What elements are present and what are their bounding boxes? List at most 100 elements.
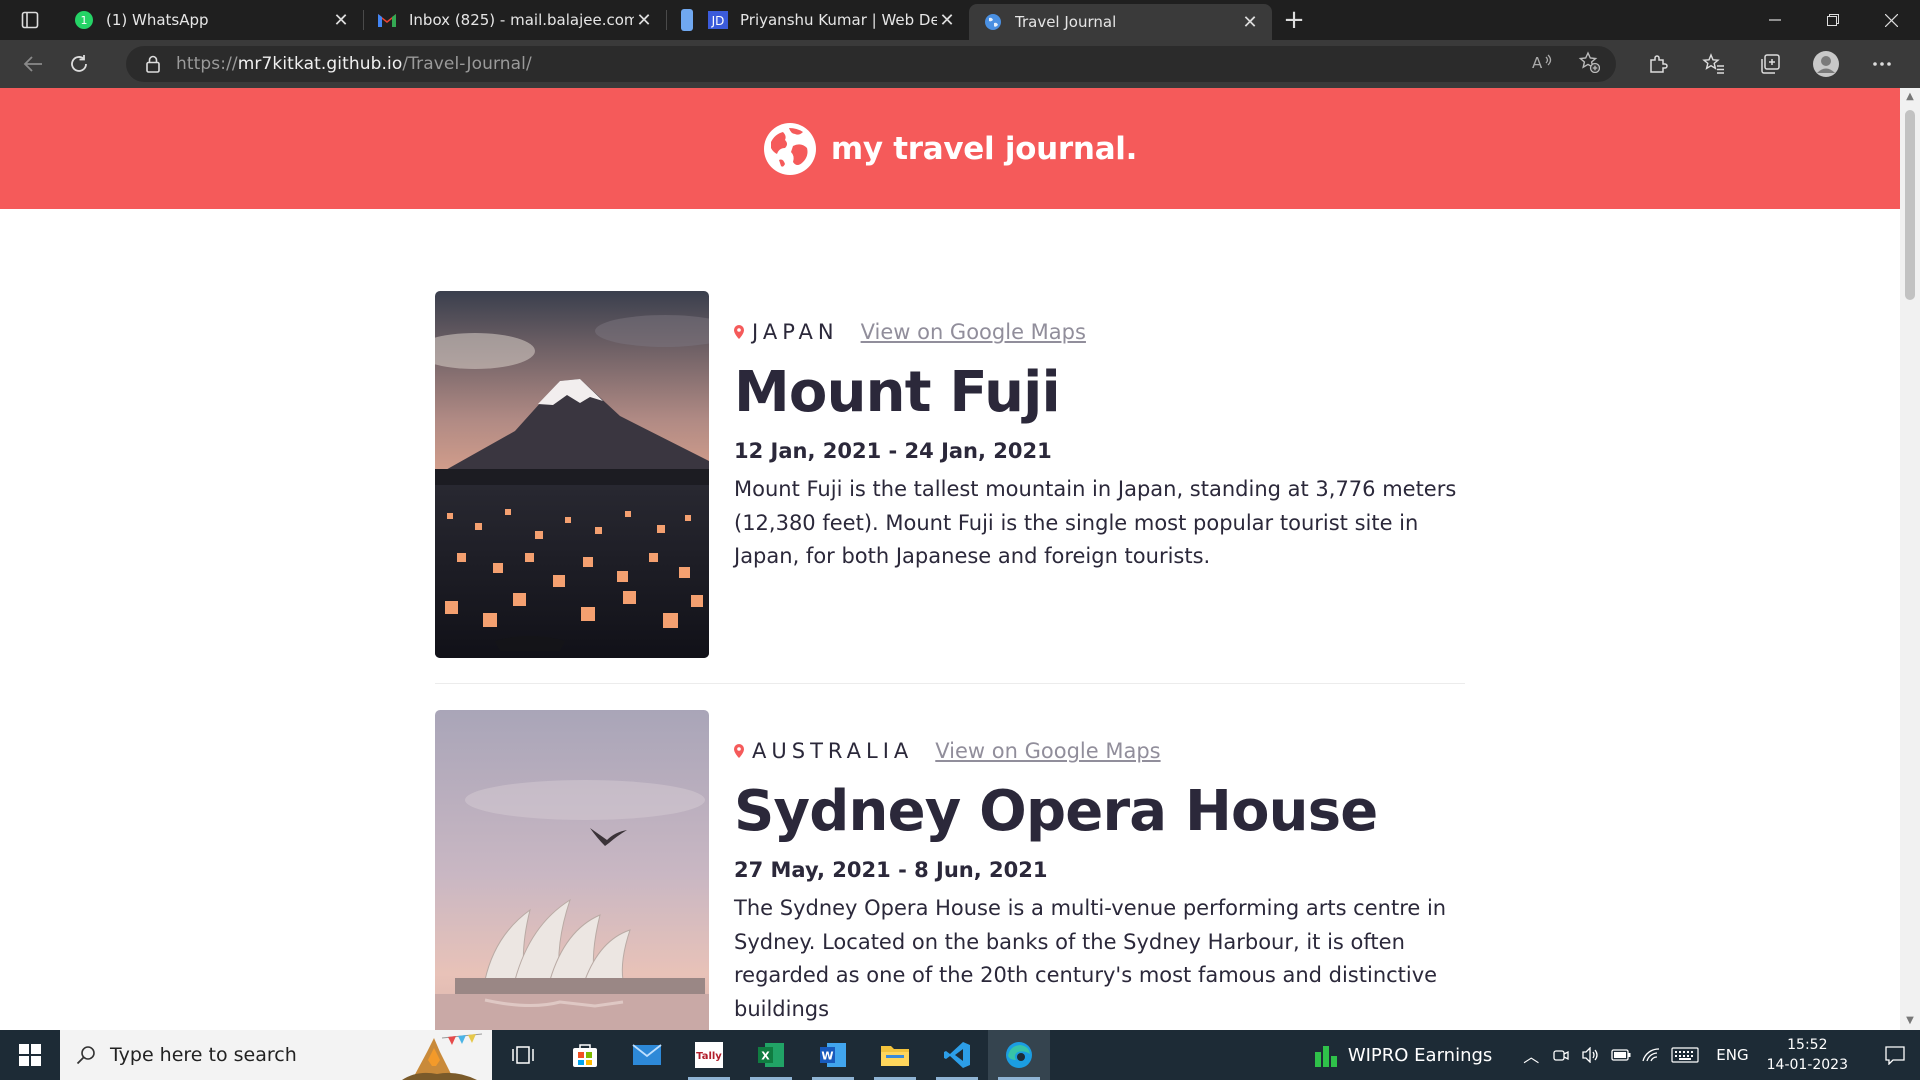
minimize-icon xyxy=(1769,19,1781,21)
read-aloud-button[interactable]: A xyxy=(1532,53,1554,75)
touch-keyboard-button[interactable] xyxy=(1666,1047,1704,1063)
journal-entry: JAPAN View on Google Maps Mount Fuji 12 … xyxy=(435,291,1465,658)
restore-button[interactable] xyxy=(1804,0,1862,40)
entry-meta: JAPAN View on Google Maps xyxy=(734,317,1464,347)
close-icon xyxy=(1884,13,1898,27)
profile-button[interactable] xyxy=(1798,40,1854,88)
clock-time: 15:52 xyxy=(1787,1037,1828,1053)
mail-button[interactable] xyxy=(616,1030,678,1080)
scroll-down-icon[interactable]: ▼ xyxy=(1904,1015,1916,1027)
svg-text:A: A xyxy=(1532,54,1543,71)
journal-entry: AUSTRALIA View on Google Maps Sydney Ope… xyxy=(435,683,1465,1030)
refresh-button[interactable] xyxy=(56,44,102,84)
minimize-button[interactable] xyxy=(1746,0,1804,40)
entry-description: Mount Fuji is the tallest mountain in Ja… xyxy=(734,477,1457,568)
clock[interactable]: 15:52 14-01-2023 xyxy=(1767,1035,1848,1075)
news-widget[interactable]: WIPRO Earnings xyxy=(1314,1042,1492,1068)
close-icon[interactable]: ✕ xyxy=(937,10,957,31)
extensions-button[interactable] xyxy=(1630,40,1686,88)
url-scheme: https:// xyxy=(176,54,238,74)
tab-portfolio[interactable]: JD Priyanshu Kumar | Web Develope... ✕ xyxy=(666,0,969,40)
tab-strip: 1 (1) WhatsApp ✕ Inbox (825) - mail.bala… xyxy=(0,0,1920,40)
search-placeholder: Type here to search xyxy=(110,1044,297,1066)
favorites-button[interactable] xyxy=(1686,40,1742,88)
collections-icon xyxy=(1761,54,1780,74)
close-window-button[interactable] xyxy=(1862,0,1920,40)
url-path: /Travel-Journal/ xyxy=(402,54,532,74)
network-button[interactable] xyxy=(1636,1047,1666,1063)
notification-icon xyxy=(1885,1046,1905,1065)
system-tray: WIPRO Earnings ︿ ENG 15:52 14-01-2023 xyxy=(1314,1030,1920,1080)
word-icon: W xyxy=(820,1043,846,1067)
back-button[interactable] xyxy=(10,44,56,84)
toolbar-right xyxy=(1630,40,1910,88)
task-view-button[interactable] xyxy=(492,1030,554,1080)
tab-actions-button[interactable] xyxy=(0,0,60,40)
puzzle-icon xyxy=(1650,55,1668,73)
mount-fuji-photo xyxy=(435,291,709,658)
store-icon xyxy=(573,1044,597,1067)
input-language[interactable]: ENG xyxy=(1716,1046,1748,1064)
google-maps-link[interactable]: View on Google Maps xyxy=(935,739,1160,763)
read-aloud-icon: A xyxy=(1532,54,1552,72)
chevron-up-icon: ︿ xyxy=(1523,1047,1540,1066)
start-button[interactable] xyxy=(0,1030,60,1080)
browser-toolbar: https://mr7kitkat.github.io/Travel-Journ… xyxy=(0,40,1920,88)
gmail-icon xyxy=(377,10,397,30)
tab-title: (1) WhatsApp xyxy=(106,11,209,29)
excel-button[interactable]: X xyxy=(740,1030,802,1080)
file-explorer-button[interactable] xyxy=(864,1030,926,1080)
tab-travel-journal[interactable]: Travel Journal ✕ xyxy=(969,4,1272,40)
settings-menu-button[interactable] xyxy=(1854,40,1910,88)
entry-description: The Sydney Opera House is a multi-venue … xyxy=(734,896,1447,1021)
microsoft-store-button[interactable] xyxy=(554,1030,616,1080)
camera-icon xyxy=(1553,1050,1569,1061)
svg-text:JD: JD xyxy=(711,14,725,28)
action-center-button[interactable] xyxy=(1870,1045,1920,1065)
keyboard-icon xyxy=(1671,1047,1699,1063)
url-host: mr7kitkat.github.io xyxy=(237,54,403,74)
windows-logo-icon xyxy=(19,1044,41,1066)
tab-whatsapp[interactable]: 1 (1) WhatsApp ✕ xyxy=(60,0,363,40)
vertical-scrollbar[interactable]: ▲ ▼ xyxy=(1900,88,1920,1030)
entry-dates: 12 Jan, 2021 - 24 Jan, 2021 xyxy=(734,439,1052,463)
more-icon xyxy=(1873,62,1891,66)
entry-country: AUSTRALIA xyxy=(752,739,914,763)
windows-taskbar: Type here to search Tally X W WIPRO Earn… xyxy=(0,1030,1920,1080)
restore-icon xyxy=(1827,14,1839,26)
word-button[interactable]: W xyxy=(802,1030,864,1080)
tab-title: Inbox (825) - mail.balajee.comm... xyxy=(409,11,634,29)
scroll-up-icon[interactable]: ▲ xyxy=(1904,91,1916,103)
meet-now-button[interactable] xyxy=(1546,1048,1576,1062)
add-favorite-button[interactable] xyxy=(1578,51,1601,77)
taskbar-search[interactable]: Type here to search xyxy=(60,1030,492,1080)
tally-button[interactable]: Tally xyxy=(678,1030,740,1080)
svg-text:Tally: Tally xyxy=(696,1051,722,1062)
vscode-button[interactable] xyxy=(926,1030,988,1080)
volume-button[interactable] xyxy=(1576,1047,1606,1063)
scrollbar-thumb[interactable] xyxy=(1905,110,1915,300)
new-tab-button[interactable]: + xyxy=(1272,0,1316,40)
speaker-icon xyxy=(1582,1047,1598,1063)
collections-button[interactable] xyxy=(1742,40,1798,88)
festival-decoration-icon xyxy=(402,1033,483,1080)
lock-icon[interactable] xyxy=(146,55,160,73)
entry-title: Mount Fuji xyxy=(734,360,1061,425)
refresh-icon xyxy=(71,55,87,72)
close-icon[interactable]: ✕ xyxy=(1240,12,1260,33)
tab-gmail[interactable]: Inbox (825) - mail.balajee.comm... ✕ xyxy=(363,0,666,40)
close-icon[interactable]: ✕ xyxy=(634,10,654,31)
clock-date: 14-01-2023 xyxy=(1766,1057,1848,1073)
close-icon[interactable]: ✕ xyxy=(331,10,351,31)
location-pin-icon xyxy=(734,325,744,339)
url-text[interactable]: https://mr7kitkat.github.io/Travel-Journ… xyxy=(176,54,532,74)
google-maps-link[interactable]: View on Google Maps xyxy=(861,320,1086,344)
mail-icon xyxy=(632,1044,662,1065)
location-pin-icon xyxy=(734,744,744,758)
stock-chart-icon xyxy=(1314,1046,1337,1067)
address-bar[interactable]: https://mr7kitkat.github.io/Travel-Journ… xyxy=(126,46,1616,82)
page-viewport: my travel journal. JAPAN View on Google … xyxy=(0,88,1900,1030)
show-hidden-icons-button[interactable]: ︿ xyxy=(1516,1043,1546,1067)
edge-button[interactable] xyxy=(988,1030,1050,1080)
battery-button[interactable] xyxy=(1606,1049,1636,1061)
